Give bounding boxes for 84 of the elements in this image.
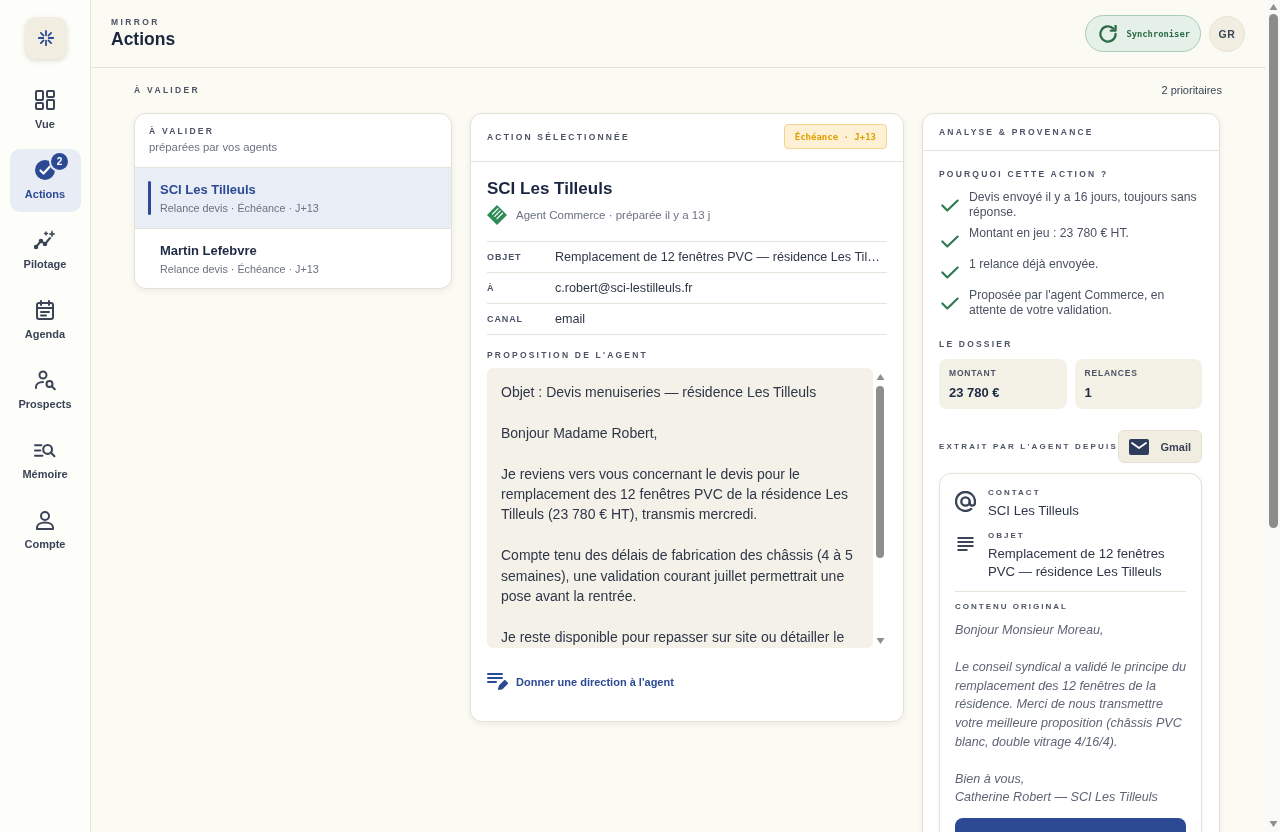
- subsection-title: POURQUOI CETTE ACTION ?: [939, 168, 1110, 180]
- field-label: OBJET: [988, 530, 1026, 542]
- mail-icon: [1129, 438, 1150, 455]
- sync-button[interactable]: Synchroniser: [1085, 15, 1201, 52]
- field-value: Remplacement de 12 fenêtres PVC — résidence Les Tilleuls: [988, 545, 1166, 581]
- card-title: ACTION SÉLECTIONNÉE: [487, 130, 630, 143]
- field-label: CANAL: [487, 314, 524, 324]
- proposal-paragraph: Objet : Devis menuiseries — résidence Les Tilleuls: [501, 383, 818, 402]
- scrollbar-thumb[interactable]: [876, 386, 884, 558]
- selection-bar-icon: [148, 181, 151, 215]
- nav-item[interactable]: Pilotage: [9, 219, 81, 282]
- scrollbar-thumb[interactable]: [1268, 14, 1278, 528]
- person-icon: [36, 510, 54, 530]
- calendar-icon: [36, 300, 54, 320]
- app-name: MIRROR: [111, 17, 161, 27]
- original-paragraph: Bien à vous, Catherine Robert — SCI Les Tilleuls: [955, 770, 1159, 807]
- nav-item[interactable]: Compte: [9, 499, 81, 562]
- proposal-paragraph: Je reste disponible pour repasser sur site ou détailler le: [501, 627, 846, 647]
- check-icon: [941, 199, 959, 212]
- direction-link[interactable]: Donner une direction à l'agent: [487, 673, 674, 690]
- check-icon: [941, 297, 959, 310]
- field-value: SCI Les Tilleuls: [988, 502, 1079, 520]
- at-sign-icon: [955, 491, 976, 512]
- nav-item[interactable]: Agenda: [9, 289, 81, 352]
- edit-note-icon: [487, 673, 508, 690]
- nav-item[interactable]: Vue: [9, 79, 81, 142]
- source-label: EXTRAIT PAR L'AGENT DEPUIS: [939, 440, 1118, 453]
- text-lines-icon: [957, 537, 974, 551]
- reason-text: Proposée par l'agent Commerce, en attente de votre validation.: [969, 288, 1166, 318]
- queue-item[interactable]: SCI Les Tilleuls Relance devis · Échéance · J+13: [135, 168, 451, 228]
- avatar[interactable]: GR: [1209, 15, 1245, 52]
- nav-item[interactable]: Prospects: [9, 359, 81, 422]
- stat-value: 23 780 €: [949, 384, 1001, 401]
- count-badge: 2: [51, 153, 68, 170]
- section-title: À VALIDER: [134, 84, 200, 96]
- check-icon: [941, 266, 959, 279]
- card-subtitle: préparées par vos agents: [149, 140, 279, 155]
- proposal-paragraph: Compte tenu des délais de fabrication des châssis (4 à 5 semaines), une validation courant juillet permettrait une pose avant la rentrée.: [501, 546, 854, 606]
- nav-item[interactable]: Mémoire: [9, 429, 81, 492]
- action-title: SCI Les Tilleuls: [487, 178, 614, 200]
- item-title: Martin Lefebvre: [160, 241, 258, 259]
- reason-text: Montant en jeu : 23 780 € HT.: [969, 226, 1129, 241]
- stat-label: RELANCES: [1084, 367, 1139, 379]
- source-chip[interactable]: Gmail: [1118, 430, 1202, 463]
- person-search-icon: [34, 369, 56, 391]
- field-value: email: [555, 312, 586, 326]
- original-paragraph: Le conseil syndical a validé le principe du remplacement des 12 fenêtres de la résidence. Merci de nous transmettre votre meilleure proposition (châssis PVC blanc, double vitrage 4/16/4).: [955, 659, 1188, 751]
- agent-info: Agent Commerce · préparée il y a 13 j: [516, 209, 711, 221]
- scroll-down-icon[interactable]: [875, 638, 885, 644]
- check-icon: [941, 235, 959, 248]
- proposal-title: PROPOSITION DE L'AGENT: [487, 349, 649, 361]
- reason-text: 1 relance déjà envoyée.: [969, 257, 1099, 272]
- scroll-up-icon[interactable]: [1268, 4, 1278, 10]
- field-label: CONTACT: [988, 487, 1042, 499]
- subsection-title: LE DOSSIER: [939, 338, 1014, 350]
- item-title: SCI Les Tilleuls: [160, 181, 257, 198]
- stat-label: MONTANT: [949, 367, 998, 379]
- field-label: OBJET: [487, 252, 523, 262]
- page-title: Actions: [111, 28, 176, 50]
- scroll-down-icon[interactable]: [1268, 821, 1278, 827]
- reason-text: Devis envoyé il y a 16 jours, toujours sans réponse.: [969, 190, 1198, 220]
- field-label: À: [487, 283, 496, 293]
- queue-item[interactable]: Martin Lefebvre Relance devis · Échéance · J+13: [135, 228, 451, 288]
- refresh-icon: [1099, 24, 1118, 43]
- list-search-icon: [34, 442, 56, 458]
- item-meta: Relance devis · Échéance · J+13: [160, 261, 320, 276]
- field-value: c.robert@sci-lestilleuls.fr: [555, 281, 693, 295]
- original-paragraph: Bonjour Monsieur Moreau,: [955, 622, 1105, 639]
- content-title: CONTENU ORIGINAL: [955, 601, 1069, 613]
- card-title: À VALIDER: [149, 125, 215, 137]
- item-meta: Relance devis · Échéance · J+13: [160, 201, 320, 215]
- card-title: ANALYSE & PROVENANCE: [939, 126, 1094, 138]
- striped-diamond-icon: [487, 205, 507, 225]
- priority-count: 2 prioritaires: [1161, 84, 1222, 96]
- proposal-paragraph: Je reviens vers vous concernant le devis pour le remplacement des 12 fenêtres PVC de la résidence Les Tilleuls (23 780 € HT), transmis mercredi.: [501, 464, 850, 525]
- field-value: Remplacement de 12 fenêtres PVC — résidence Les Til…: [555, 250, 880, 264]
- asterisk-icon[interactable]: [24, 17, 67, 59]
- proposal-paragraph: Bonjour Madame Robert,: [501, 423, 659, 443]
- deadline-badge: Échéance · J+13: [783, 124, 887, 149]
- stat-value: 1: [1084, 384, 1093, 401]
- chart-sparkle-icon: [34, 230, 56, 250]
- nav-item[interactable]: 2 Actions: [9, 149, 81, 212]
- scroll-up-icon[interactable]: [875, 374, 885, 380]
- dashboard-icon: [35, 90, 55, 110]
